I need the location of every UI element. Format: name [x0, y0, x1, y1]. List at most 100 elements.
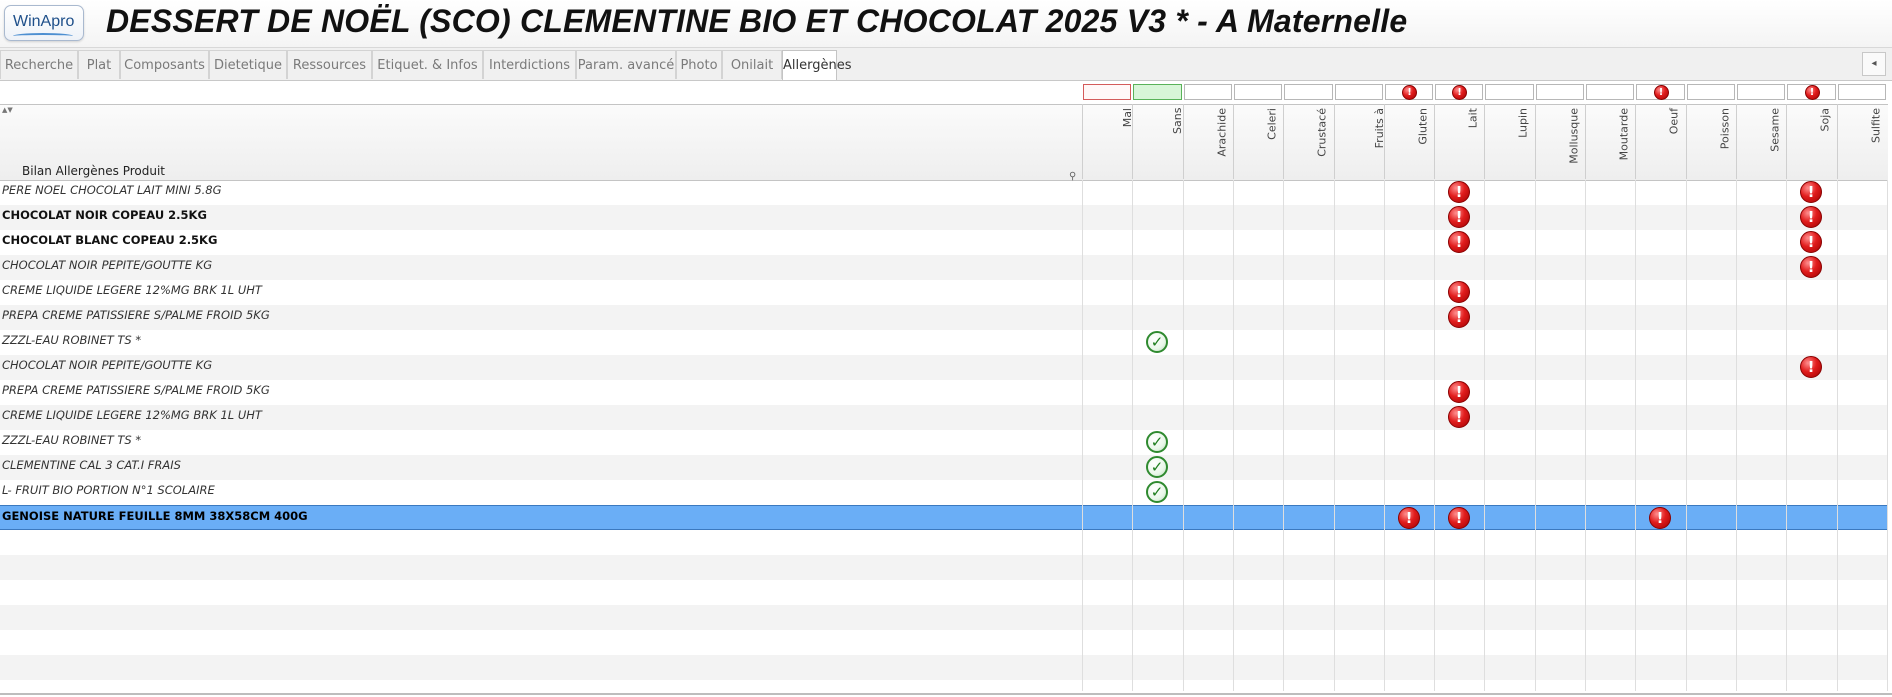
grid-vline: [1183, 180, 1184, 691]
tab-dietetique[interactable]: Dietetique: [209, 50, 287, 79]
table-row[interactable]: CHOCOLAT NOIR COPEAU 2.5KG: [0, 205, 1888, 230]
column-header-crustac-[interactable]: Crustacé: [1283, 104, 1334, 179]
tab-recherche[interactable]: Recherche: [0, 50, 78, 79]
table-row[interactable]: PREPA CREME PATISSIERE S/PALME FROID 5KG: [0, 380, 1888, 405]
table-row[interactable]: CHOCOLAT NOIR PEPITE/GOUTTE KG: [0, 355, 1888, 380]
check-ok-icon: [1146, 431, 1168, 453]
column-header-poisson[interactable]: Poisson: [1686, 104, 1736, 179]
column-label: Lait: [1466, 108, 1479, 129]
product-name: PREPA CREME PATISSIERE S/PALME FROID 5KG: [2, 383, 270, 397]
product-name: CLEMENTINE CAL 3 CAT.I FRAIS: [2, 458, 181, 472]
table-row[interactable]: ZZZL-EAU ROBINET TS *: [0, 430, 1888, 455]
allergen-warning-icon: [1448, 507, 1470, 529]
empty-row: [0, 580, 1888, 605]
column-header-gluten[interactable]: Gluten: [1384, 104, 1434, 179]
column-header-arachide[interactable]: Arachide: [1183, 104, 1233, 179]
grid-vline: [1484, 180, 1485, 691]
product-name: CREME LIQUIDE LEGERE 12%MG BRK 1L UHT: [2, 283, 262, 297]
allergen-warning-icon: [1649, 507, 1671, 529]
table-row[interactable]: PERE NOEL CHOCOLAT LAIT MINI 5.8G: [0, 180, 1888, 205]
column-label: Soja: [1818, 108, 1832, 132]
column-label: Gluten: [1416, 108, 1429, 145]
table-row[interactable]: CHOCOLAT BLANC COPEAU 2.5KG: [0, 230, 1888, 255]
tab-photo[interactable]: Photo: [676, 50, 722, 79]
tab-allerg-nes[interactable]: Allergènes: [782, 50, 852, 80]
summary-box: [1586, 84, 1634, 100]
tab-plat[interactable]: Plat: [78, 50, 120, 79]
product-name: CREME LIQUIDE LEGERE 12%MG BRK 1L UHT: [2, 408, 262, 422]
winapro-logo: WinApro: [4, 5, 84, 41]
allergen-warning-icon: [1448, 281, 1470, 303]
grid-vline: [1082, 180, 1083, 691]
tab-interdictions[interactable]: Interdictions: [483, 50, 576, 79]
summary-box: [1737, 84, 1785, 100]
tab-composants[interactable]: Composants: [120, 50, 209, 79]
product-column-header[interactable]: Bilan Allergènes Produit: [22, 164, 165, 178]
column-label: Poisson: [1718, 108, 1731, 150]
table-row[interactable]: GENOISE NATURE FEUILLE 8MM 38X58CM 400G: [0, 505, 1888, 530]
product-name: ZZZL-EAU ROBINET TS *: [2, 333, 142, 347]
allergen-warning-icon: [1800, 256, 1822, 278]
column-header-fruits-coque[interactable]: Fruits à coque: [1334, 104, 1384, 179]
grid-vline: [1535, 180, 1536, 691]
tab-param-avanc-[interactable]: Param. avancé: [576, 50, 676, 79]
allergen-warning-icon: [1448, 231, 1470, 253]
column-header-oeuf[interactable]: Oeuf: [1635, 104, 1686, 179]
product-name: ZZZL-EAU ROBINET TS *: [2, 433, 142, 447]
summary-box: [1234, 84, 1282, 100]
summary-box: [1485, 84, 1534, 100]
table-row[interactable]: CREME LIQUIDE LEGERE 12%MG BRK 1L UHT: [0, 280, 1888, 305]
allergen-warning-icon: [1448, 381, 1470, 403]
table-row[interactable]: CLEMENTINE CAL 3 CAT.I FRAIS: [0, 455, 1888, 480]
column-header-sans-allergenes[interactable]: Sans Allergenes: [1132, 104, 1183, 179]
column-header-moutarde[interactable]: Moutarde: [1585, 104, 1635, 179]
sort-icon[interactable]: ▲▼: [2, 106, 13, 114]
allergen-warning-icon: [1448, 306, 1470, 328]
product-name: GENOISE NATURE FEUILLE 8MM 38X58CM 400G: [2, 509, 308, 523]
column-label: Sesame: [1768, 108, 1781, 152]
table-row[interactable]: CHOCOLAT NOIR PEPITE/GOUTTE KG: [0, 255, 1888, 280]
column-label: Celeri: [1265, 108, 1278, 140]
column-header-sesame[interactable]: Sesame: [1736, 104, 1786, 179]
table-row[interactable]: PREPA CREME PATISSIERE S/PALME FROID 5KG: [0, 305, 1888, 330]
grid-vline: [1132, 180, 1133, 691]
grid-vline: [1635, 180, 1636, 691]
page-title: DESSERT DE NOËL (SCO) CLEMENTINE BIO ET …: [106, 3, 1408, 39]
column-label: Moutarde: [1617, 108, 1630, 161]
column-header-soja[interactable]: Soja: [1786, 104, 1837, 179]
column-header-mal-renseign-[interactable]: Mal renseigné: [1082, 104, 1132, 179]
summary-box: [1687, 84, 1735, 100]
empty-row: [0, 555, 1888, 580]
column-header-sulfite[interactable]: Sulfite: [1837, 104, 1887, 179]
product-name: CHOCOLAT NOIR PEPITE/GOUTTE KG: [2, 358, 213, 372]
column-header-lupin[interactable]: Lupin: [1484, 104, 1535, 179]
table-row[interactable]: ZZZL-EAU ROBINET TS *: [0, 330, 1888, 355]
grid-vline: [1837, 180, 1838, 691]
column-header-celeri[interactable]: Celeri: [1233, 104, 1283, 179]
product-name: PERE NOEL CHOCOLAT LAIT MINI 5.8G: [2, 183, 222, 197]
column-label: Fruits à coque: [1372, 108, 1385, 149]
allergen-warning-icon: [1448, 181, 1470, 203]
column-label: Mal renseigné: [1120, 108, 1133, 128]
tab-etiquet-infos[interactable]: Etiquet. & Infos: [372, 50, 483, 79]
collapse-arrow-icon[interactable]: ◂: [1862, 52, 1886, 76]
table-row[interactable]: L- FRUIT BIO PORTION N°1 SCOLAIRE: [0, 480, 1888, 505]
table-row[interactable]: CREME LIQUIDE LEGERE 12%MG BRK 1L UHT: [0, 405, 1888, 430]
summary-box: [1184, 84, 1232, 100]
tab-ressources[interactable]: Ressources: [287, 50, 372, 79]
check-ok-icon: [1146, 481, 1168, 503]
summary-box: [1083, 84, 1131, 100]
allergen-warning-icon: [1448, 206, 1470, 228]
grid-vline: [1585, 180, 1586, 691]
warning-icon: [1653, 85, 1669, 100]
grid-vline: [1786, 180, 1787, 691]
column-header-mollusque[interactable]: Mollusque: [1535, 104, 1585, 179]
product-name: PREPA CREME PATISSIERE S/PALME FROID 5KG: [2, 308, 270, 322]
grid-vline: [1283, 180, 1284, 691]
grid-vline: [1887, 180, 1888, 691]
column-header-lait[interactable]: Lait: [1434, 104, 1484, 179]
warning-icon: [1804, 85, 1820, 100]
tab-onilait[interactable]: Onilait: [722, 50, 782, 79]
app-header: WinApro DESSERT DE NOËL (SCO) CLEMENTINE…: [0, 0, 1892, 48]
summary-box: [1838, 84, 1886, 100]
